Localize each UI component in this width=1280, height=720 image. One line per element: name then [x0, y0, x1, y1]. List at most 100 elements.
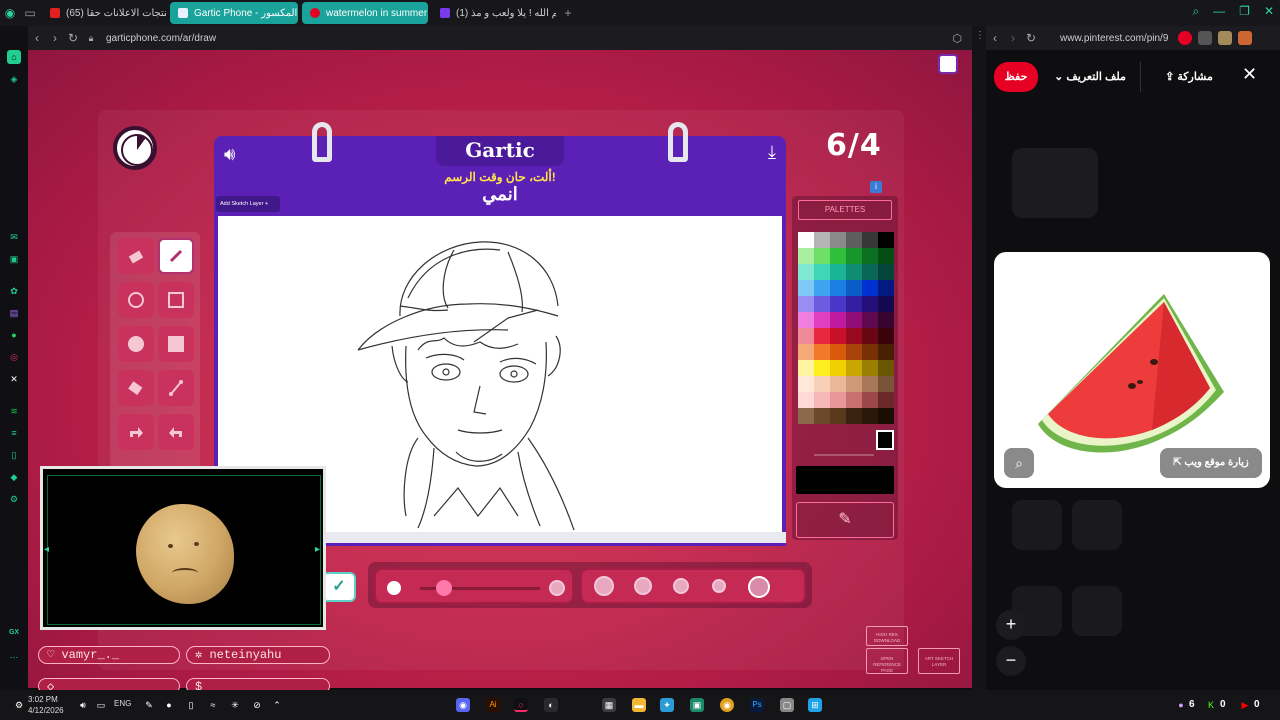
- color-swatch[interactable]: [830, 360, 846, 376]
- spotify-icon[interactable]: ≋: [7, 404, 21, 418]
- hex-color-field[interactable]: [796, 466, 894, 494]
- color-swatch[interactable]: [862, 280, 878, 296]
- whatsapp-icon[interactable]: ●: [7, 328, 21, 342]
- color-swatch[interactable]: [846, 392, 862, 408]
- color-swatch[interactable]: [862, 296, 878, 312]
- messenger-icon[interactable]: ✉: [7, 230, 21, 244]
- art-sketch-layer-button[interactable]: ART SKETCH LAYER: [918, 648, 960, 674]
- color-swatch[interactable]: [862, 232, 878, 248]
- color-swatch[interactable]: [814, 264, 830, 280]
- profile-avatar[interactable]: [1218, 31, 1233, 45]
- color-swatch[interactable]: [798, 408, 814, 424]
- color-swatch[interactable]: [846, 232, 862, 248]
- minimize-icon[interactable]: —: [1213, 4, 1225, 19]
- tab-gartic[interactable]: Gartic Phone - الهاتف المكسور: [170, 2, 298, 24]
- color-swatch[interactable]: [846, 344, 862, 360]
- color-swatch[interactable]: [814, 376, 830, 392]
- color-swatch[interactable]: [798, 312, 814, 328]
- color-swatch[interactable]: [878, 376, 894, 392]
- circle-fill-tool[interactable]: [118, 326, 154, 362]
- search-icon[interactable]: ⌕: [1192, 4, 1199, 19]
- pinterest-ext-icon[interactable]: [1178, 31, 1193, 45]
- player-chip[interactable]: ✲ neteinyahu: [186, 646, 330, 664]
- color-swatch[interactable]: [798, 232, 814, 248]
- extension-icon[interactable]: [1198, 31, 1213, 45]
- volume-icon[interactable]: 🔊︎: [76, 698, 90, 712]
- resize-handle-left[interactable]: ◂: [44, 544, 52, 555]
- color-swatch[interactable]: [878, 408, 894, 424]
- color-swatch[interactable]: [798, 264, 814, 280]
- player-icon[interactable]: ▯: [7, 448, 21, 462]
- color-swatch[interactable]: [862, 376, 878, 392]
- more-icon[interactable]: …: [7, 648, 21, 662]
- color-swatch[interactable]: [830, 312, 846, 328]
- color-swatch[interactable]: [862, 344, 878, 360]
- list-icon[interactable]: ≡: [7, 426, 21, 440]
- split-menu-icon[interactable]: ⋮: [975, 30, 985, 41]
- color-swatch[interactable]: [814, 248, 830, 264]
- brush-size-m[interactable]: [673, 578, 689, 594]
- sidebar-toggle-icon[interactable]: ⬡: [952, 32, 962, 45]
- settings-icon[interactable]: ⚙: [7, 492, 21, 506]
- color-swatch[interactable]: [814, 360, 830, 376]
- slider-handle[interactable]: [436, 580, 452, 596]
- fill-bucket-tool[interactable]: [118, 370, 154, 406]
- color-swatch[interactable]: [814, 232, 830, 248]
- pen-icon[interactable]: ✎: [142, 698, 156, 712]
- color-swatch[interactable]: [846, 296, 862, 312]
- back-icon[interactable]: ‹: [986, 31, 1004, 45]
- color-swatch[interactable]: [798, 392, 814, 408]
- color-swatch[interactable]: [798, 376, 814, 392]
- done-button[interactable]: ✓: [322, 572, 356, 602]
- youtube-icon[interactable]: ▶: [1238, 698, 1252, 712]
- restore-icon[interactable]: ❐: [1239, 4, 1250, 19]
- color-swatch[interactable]: [798, 344, 814, 360]
- color-swatch[interactable]: [878, 296, 894, 312]
- color-swatch[interactable]: [878, 328, 894, 344]
- close-icon[interactable]: ✕: [1242, 64, 1257, 85]
- eraser-tool[interactable]: [118, 238, 154, 274]
- phone-icon[interactable]: ▯: [184, 698, 198, 712]
- zoom-out-button[interactable]: −: [996, 646, 1026, 676]
- color-swatch[interactable]: [798, 328, 814, 344]
- tab-discord[interactable]: (1) حياكم الله ! يلا ولعب و مذ: [432, 2, 556, 24]
- extension-icon[interactable]: [1238, 31, 1253, 45]
- download-icon[interactable]: ⤓: [768, 142, 776, 163]
- forward-icon[interactable]: ›: [1004, 31, 1022, 45]
- twitch-icon[interactable]: ▤: [7, 306, 21, 320]
- rect-outline-tool[interactable]: [158, 282, 194, 318]
- info-icon[interactable]: i: [870, 181, 882, 193]
- start-icon[interactable]: ⊞: [808, 698, 822, 712]
- color-swatch[interactable]: [814, 312, 830, 328]
- extension-icon[interactable]: ◆: [7, 470, 21, 484]
- undo-tool[interactable]: [118, 414, 154, 450]
- circle-outline-tool[interactable]: [118, 282, 154, 318]
- color-swatch[interactable]: [846, 408, 862, 424]
- color-swatch[interactable]: [878, 360, 894, 376]
- brush-size-l[interactable]: [634, 577, 652, 595]
- color-swatch[interactable]: [862, 328, 878, 344]
- color-swatch[interactable]: [862, 264, 878, 280]
- brush-size-xl[interactable]: [594, 576, 614, 596]
- color-swatch[interactable]: [798, 360, 814, 376]
- share-button[interactable]: ⇪ مشاركة: [1156, 66, 1222, 88]
- network-off-icon[interactable]: ⊘: [250, 698, 264, 712]
- color-swatch[interactable]: [862, 312, 878, 328]
- color-swatch[interactable]: [878, 312, 894, 328]
- player-chip[interactable]: ♡ vamyr_._: [38, 646, 180, 664]
- url-text[interactable]: garticphone.com/ar/draw: [106, 33, 216, 44]
- color-swatch[interactable]: [846, 360, 862, 376]
- opera-gx-app-icon[interactable]: ○: [514, 698, 528, 712]
- settings-icon[interactable]: ⚙: [12, 698, 26, 712]
- color-swatch[interactable]: [878, 280, 894, 296]
- kick-icon[interactable]: K: [1204, 698, 1218, 712]
- zoom-in-button[interactable]: +: [996, 610, 1026, 640]
- split-divider[interactable]: ⋮: [972, 26, 986, 690]
- visit-website-button[interactable]: ⇱ زيارة موقع ويب: [1160, 448, 1262, 478]
- color-swatch[interactable]: [830, 296, 846, 312]
- reload-icon[interactable]: ↻: [1022, 31, 1040, 45]
- color-swatch[interactable]: [846, 264, 862, 280]
- open-reference-button[interactable]: OPEN REFERENCE PAGE: [866, 648, 908, 674]
- profile-dropdown[interactable]: ⌄ ملف التعريف: [1044, 66, 1136, 88]
- color-swatch[interactable]: [846, 328, 862, 344]
